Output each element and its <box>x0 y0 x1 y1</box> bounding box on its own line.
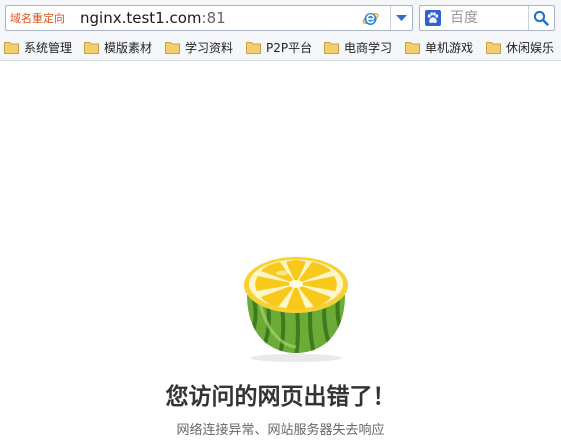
error-title: 您访问的网页出错了！ <box>165 384 396 410</box>
address-bar[interactable]: 域名重定向 nginx.test1.com:81 <box>5 5 413 31</box>
chevron-down-icon <box>396 15 407 21</box>
magnifier-icon <box>533 10 549 26</box>
bookmarks-bar: 系统管理 模版素材 学习资料 P2P平台 电商学习 单机游戏 休闲娱乐 <box>0 36 561 61</box>
baidu-paw-icon[interactable] <box>425 10 441 26</box>
bookmark-label: 学习资料 <box>185 41 234 55</box>
folder-icon <box>324 42 339 54</box>
folder-icon <box>486 42 501 54</box>
folder-icon <box>4 42 19 54</box>
error-page: 您访问的网页出错了！ 网络连接异常、网站服务器失去响应 <box>0 61 561 443</box>
bookmark-label: 单机游戏 <box>425 41 474 55</box>
browser-toolbar: 域名重定向 nginx.test1.com:81 <box>0 0 561 36</box>
redirect-label: 域名重定向 <box>10 12 65 25</box>
url-port: :81 <box>201 9 226 27</box>
search-box[interactable] <box>419 5 555 31</box>
bookmark-label: 电商学习 <box>344 41 393 55</box>
folder-icon <box>165 42 180 54</box>
search-input[interactable] <box>450 9 520 27</box>
lemon-illustration <box>244 257 348 362</box>
ie-icon[interactable] <box>362 10 379 27</box>
url-host: nginx.test1.com <box>80 9 202 27</box>
bookmark-label: P2P平台 <box>266 41 313 55</box>
bookmark-label: 休闲娱乐 <box>506 41 555 55</box>
url-text[interactable]: nginx.test1.com:81 <box>80 9 226 27</box>
search-button[interactable] <box>529 6 554 30</box>
bookmark-label: 模版素材 <box>104 41 153 55</box>
folder-icon <box>84 42 99 54</box>
address-dropdown-button[interactable] <box>391 6 412 30</box>
folder-icon <box>405 42 420 54</box>
bookmark-label: 系统管理 <box>24 41 73 55</box>
folder-icon <box>246 42 261 54</box>
error-subtitle: 网络连接异常、网站服务器失去响应 <box>176 423 385 438</box>
